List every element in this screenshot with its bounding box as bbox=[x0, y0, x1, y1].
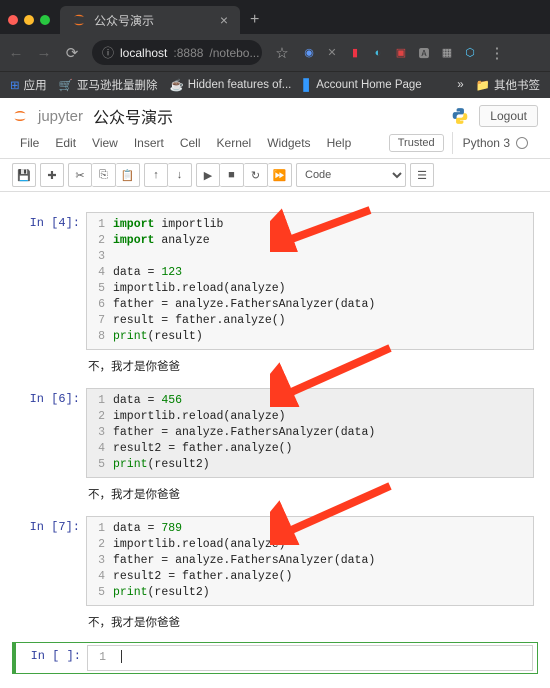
output-text: 不，我才是你爸爸 bbox=[86, 482, 182, 506]
other-bookmarks[interactable]: 📁其他书签 bbox=[476, 77, 540, 93]
line-gutter: 1 bbox=[88, 650, 110, 666]
reload-button[interactable]: ⟳ bbox=[64, 45, 80, 61]
site-info-icon[interactable]: ⓘ bbox=[102, 44, 114, 61]
notebook-title[interactable]: 公众号演示 bbox=[93, 104, 173, 128]
close-window-button[interactable] bbox=[8, 15, 18, 25]
bookmark-item[interactable]: 🛒亚马逊批量删除 bbox=[59, 77, 158, 93]
back-button[interactable]: ← bbox=[8, 45, 24, 61]
interrupt-button[interactable]: ■ bbox=[220, 163, 244, 187]
bookmarks-overflow[interactable]: » bbox=[457, 79, 463, 91]
logout-button[interactable]: Logout bbox=[479, 105, 538, 127]
restart-run-all-button[interactable]: ⏩ bbox=[268, 163, 292, 187]
bookmarks-bar: ⊞应用 🛒亚马逊批量删除 ☕Hidden features of... ▋Acc… bbox=[0, 71, 550, 98]
extensions-row: ◉ ✕ ▮ ◐ ▣ 🅰 ▦ ⬡ bbox=[302, 46, 477, 60]
code-text[interactable]: data = 789importlib.reload(analyze)fathe… bbox=[113, 521, 533, 601]
toolbar: 💾 ✚ ✂ ⎘ 📋 ↑ ↓ ▶ ■ ↻ ⏩ Code ☰ bbox=[0, 159, 550, 192]
jupyter-logo-icon bbox=[12, 108, 28, 124]
kernel-status-icon bbox=[516, 137, 528, 149]
bookmark-item[interactable]: ▋Account Home Page bbox=[303, 78, 421, 92]
star-bookmark-icon[interactable]: ☆ bbox=[274, 45, 290, 61]
move-down-button[interactable]: ↓ bbox=[168, 163, 192, 187]
line-gutter: 12345 bbox=[87, 393, 109, 473]
extension-icon[interactable]: ⬡ bbox=[463, 46, 477, 60]
code-cell[interactable]: In [6]:12345data = 456importlib.reload(a… bbox=[12, 386, 538, 480]
python-icon bbox=[451, 107, 469, 125]
run-button[interactable]: ▶ bbox=[196, 163, 220, 187]
input-prompt: In [6]: bbox=[16, 388, 86, 478]
address-bar[interactable]: ⓘ localhost:8888/notebo... bbox=[92, 40, 262, 65]
close-tab-icon[interactable]: × bbox=[162, 12, 228, 28]
menu-view[interactable]: View bbox=[84, 132, 126, 154]
input-prompt: In [7]: bbox=[16, 516, 86, 606]
line-gutter: 12345678 bbox=[87, 217, 109, 345]
code-cell[interactable]: In [4]:12345678import importlibimport an… bbox=[12, 210, 538, 352]
jupyter-header: jupyter 公众号演示 Logout bbox=[0, 98, 550, 130]
cell-output: 不，我才是你爸爸 bbox=[12, 610, 538, 634]
maximize-window-button[interactable] bbox=[40, 15, 50, 25]
url-host: localhost bbox=[120, 46, 167, 60]
browser-chrome: 公众号演示 × + ← → ⟳ ⓘ localhost:8888/notebo.… bbox=[0, 0, 550, 98]
move-up-button[interactable]: ↑ bbox=[144, 163, 168, 187]
extension-icon[interactable]: ▮ bbox=[348, 46, 362, 60]
forward-button[interactable]: → bbox=[36, 45, 52, 61]
output-text: 不，我才是你爸爸 bbox=[86, 610, 182, 634]
code-text[interactable]: import importlibimport analyze data = 12… bbox=[113, 217, 533, 345]
code-input[interactable]: 1 bbox=[87, 645, 533, 671]
menu-file[interactable]: File bbox=[12, 132, 47, 154]
tab-strip: 公众号演示 × + bbox=[0, 0, 550, 34]
cut-button[interactable]: ✂ bbox=[68, 163, 92, 187]
code-text[interactable] bbox=[114, 650, 532, 666]
cell-output: 不，我才是你爸爸 bbox=[12, 482, 538, 506]
paste-button[interactable]: 📋 bbox=[116, 163, 140, 187]
minimize-window-button[interactable] bbox=[24, 15, 34, 25]
menu-icon[interactable]: ⋮ bbox=[489, 45, 505, 61]
input-prompt: In [4]: bbox=[16, 212, 86, 350]
input-prompt: In [ ]: bbox=[17, 645, 87, 671]
extension-icon[interactable]: ✕ bbox=[325, 46, 339, 60]
window-controls bbox=[8, 15, 50, 25]
menu-bar: File Edit View Insert Cell Kernel Widget… bbox=[0, 130, 550, 159]
save-button[interactable]: 💾 bbox=[12, 163, 36, 187]
line-gutter: 12345 bbox=[87, 521, 109, 601]
command-palette-button[interactable]: ☰ bbox=[410, 163, 434, 187]
code-cell[interactable]: In [ ]:1 bbox=[12, 642, 538, 674]
menu-cell[interactable]: Cell bbox=[172, 132, 209, 154]
menu-help[interactable]: Help bbox=[319, 132, 360, 154]
extension-icon[interactable]: ◐ bbox=[371, 46, 385, 60]
output-text: 不，我才是你爸爸 bbox=[86, 354, 182, 378]
apps-bookmark[interactable]: ⊞应用 bbox=[10, 77, 47, 93]
extension-icon[interactable]: ▦ bbox=[440, 46, 454, 60]
code-input[interactable]: 12345data = 456importlib.reload(analyze)… bbox=[86, 388, 534, 478]
extension-icon[interactable]: ◉ bbox=[302, 46, 316, 60]
cell-output: 不，我才是你爸爸 bbox=[12, 354, 538, 378]
menu-insert[interactable]: Insert bbox=[126, 132, 172, 154]
address-bar-row: ← → ⟳ ⓘ localhost:8888/notebo... ☆ ◉ ✕ ▮… bbox=[0, 34, 550, 71]
menu-widgets[interactable]: Widgets bbox=[259, 132, 318, 154]
code-input[interactable]: 12345data = 789importlib.reload(analyze)… bbox=[86, 516, 534, 606]
notebook-container: In [4]:12345678import importlibimport an… bbox=[0, 192, 550, 688]
bookmark-item[interactable]: ☕Hidden features of... bbox=[169, 78, 291, 92]
insert-cell-button[interactable]: ✚ bbox=[40, 163, 64, 187]
jupyter-favicon-icon bbox=[72, 13, 86, 27]
cell-type-select[interactable]: Code bbox=[296, 163, 406, 187]
jupyter-brand: jupyter bbox=[38, 108, 83, 125]
extension-icon[interactable]: ▣ bbox=[394, 46, 408, 60]
code-cell[interactable]: In [7]:12345data = 789importlib.reload(a… bbox=[12, 514, 538, 608]
tab-title: 公众号演示 bbox=[94, 12, 154, 29]
code-text[interactable]: data = 456importlib.reload(analyze)fathe… bbox=[113, 393, 533, 473]
new-tab-button[interactable]: + bbox=[240, 11, 269, 29]
code-input[interactable]: 12345678import importlibimport analyze d… bbox=[86, 212, 534, 350]
copy-button[interactable]: ⎘ bbox=[92, 163, 116, 187]
kernel-indicator[interactable]: Python 3 bbox=[452, 132, 538, 154]
menu-kernel[interactable]: Kernel bbox=[209, 132, 260, 154]
extension-icon[interactable]: 🅰 bbox=[417, 46, 431, 60]
browser-tab[interactable]: 公众号演示 × bbox=[60, 6, 240, 35]
trusted-badge[interactable]: Trusted bbox=[389, 134, 444, 152]
restart-button[interactable]: ↻ bbox=[244, 163, 268, 187]
menu-edit[interactable]: Edit bbox=[47, 132, 84, 154]
